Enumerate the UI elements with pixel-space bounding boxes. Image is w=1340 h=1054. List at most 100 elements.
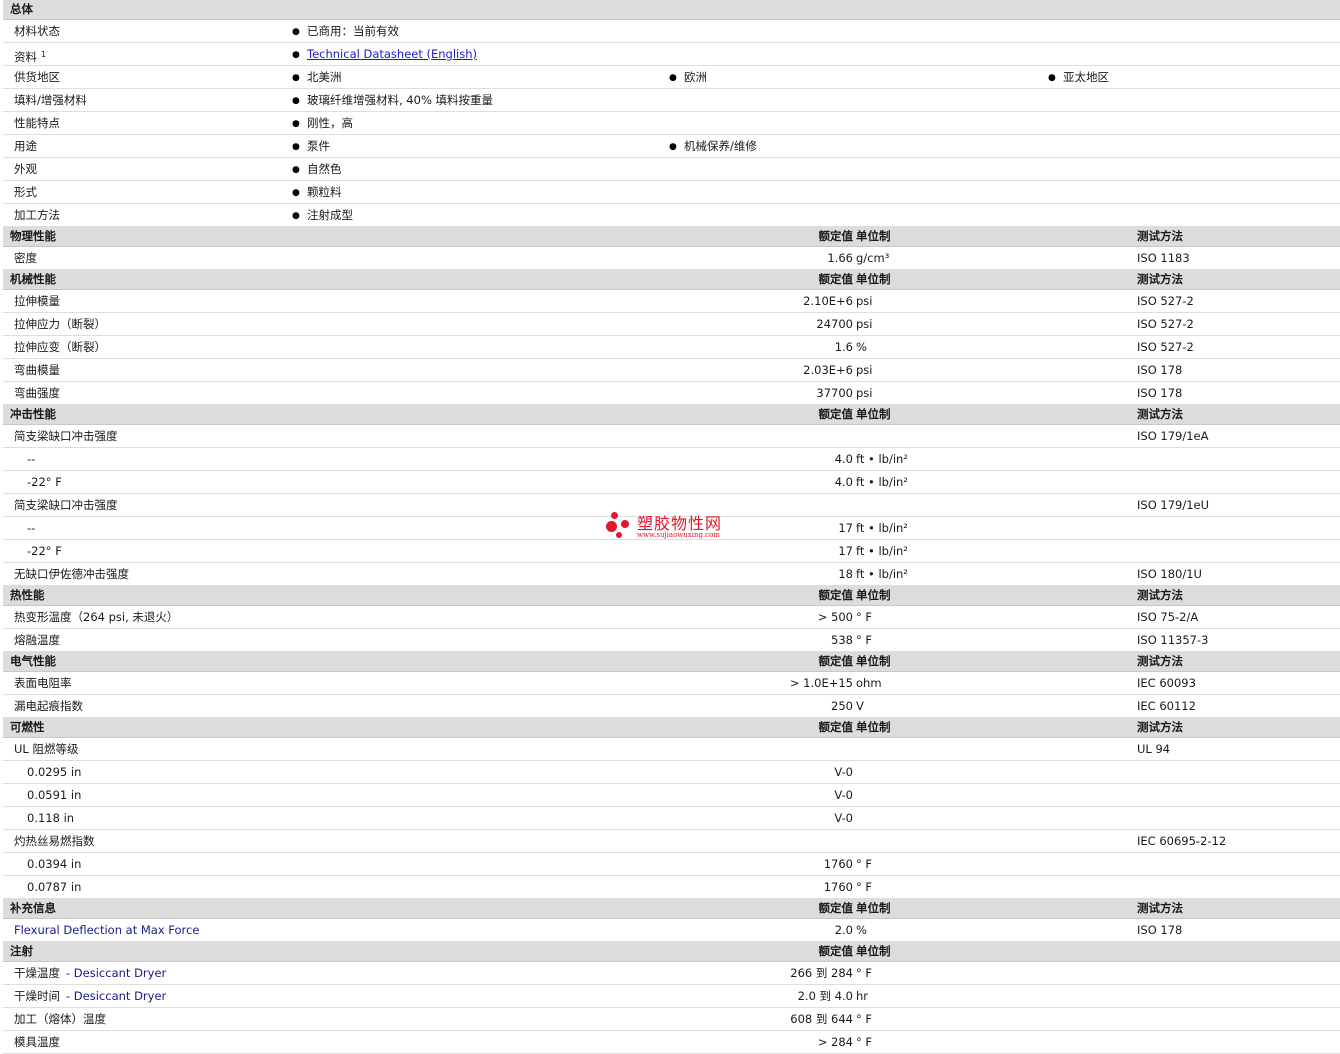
property-name: 无缺口伊佐德冲击强度	[14, 567, 129, 581]
property-name: 简支梁缺口冲击强度	[14, 498, 118, 512]
section-title: 热性能	[10, 588, 45, 602]
test-method: IEC 60093	[1137, 676, 1196, 690]
property-name: 表面电阻率	[14, 676, 72, 690]
col-header-value: 额定值	[818, 901, 854, 915]
section-title: 补充信息	[10, 901, 56, 915]
property-name: 拉伸应变（断裂）	[14, 340, 106, 354]
property-value: 17	[838, 521, 853, 535]
col-header-unit: 单位制	[856, 654, 891, 668]
general-row: 加工方法 注射成型	[3, 204, 1340, 227]
property-sub-label: -22° F	[27, 475, 62, 489]
property-unit: ft • lb/in²	[856, 567, 908, 581]
property-row: 弯曲模量 2.03E+6 psi ISO 178	[3, 359, 1340, 382]
property-sections: 物理性能 额定值 单位制 测试方法 密度 1.66 g/cm³ ISO 1183 机械性能 额定值…	[3, 227, 1340, 1054]
section-title: 注射	[10, 944, 33, 958]
property-unit: psi	[856, 386, 873, 400]
property-value: 1.66	[827, 251, 853, 265]
bullet-item: 颗粒料	[292, 186, 341, 201]
test-method: ISO 178	[1137, 923, 1183, 937]
property-value: 17	[838, 544, 853, 558]
test-method: ISO 527-2	[1137, 294, 1194, 308]
row-label: 材料状态	[14, 24, 60, 38]
property-sub-label: -22° F	[27, 544, 62, 558]
bullet-item: 机械保养/维修	[669, 140, 757, 155]
property-row: 0.0394 in 1760 ° F	[3, 853, 1340, 876]
property-value: 1.6	[834, 340, 853, 354]
bullet-item: 泵件	[292, 140, 330, 155]
property-value: 2.10E+6	[803, 294, 853, 308]
section-title: 机械性能	[10, 272, 56, 286]
property-unit: psi	[856, 294, 873, 308]
col-header-value: 额定值	[818, 588, 854, 602]
col-header-method: 测试方法	[1137, 272, 1183, 286]
property-value: V-0	[834, 811, 853, 825]
datasheet-link[interactable]: Technical Datasheet (English)	[292, 48, 477, 63]
bullet-item: 亚太地区	[1048, 71, 1109, 86]
row-label: 形式	[14, 185, 37, 199]
property-value: 37700	[816, 386, 853, 400]
section-title: 电气性能	[10, 654, 56, 668]
test-method: ISO 527-2	[1137, 340, 1194, 354]
row-label: 供货地区	[14, 70, 60, 84]
col-header-unit: 单位制	[856, 944, 891, 958]
test-method: ISO 11357-3	[1137, 633, 1209, 647]
property-row: 弯曲强度 37700 psi ISO 178	[3, 382, 1340, 405]
property-row: 0.118 in V-0	[3, 807, 1340, 830]
property-name: 简支梁缺口冲击强度	[14, 429, 118, 443]
test-method: ISO 1183	[1137, 251, 1190, 265]
property-unit: g/cm³	[856, 251, 890, 265]
col-header-method: 测试方法	[1137, 654, 1183, 668]
section-title: 可燃性	[10, 720, 45, 734]
property-row: 简支梁缺口冲击强度 ISO 179/1eA	[3, 425, 1340, 448]
property-unit: ohm	[856, 676, 882, 690]
property-unit: ° F	[856, 610, 873, 624]
bullet-item: 自然色	[292, 163, 341, 178]
property-value: 2.0 到 4.0	[797, 989, 853, 1003]
property-unit: ° F	[856, 1035, 873, 1049]
section-header-impact: 冲击性能 额定值 单位制 测试方法	[3, 405, 1340, 425]
col-header-method: 测试方法	[1137, 720, 1183, 734]
property-name: 模具温度	[14, 1035, 60, 1049]
property-value: > 284	[817, 1035, 853, 1049]
col-header-method: 测试方法	[1137, 407, 1183, 421]
test-method: ISO 178	[1137, 386, 1183, 400]
property-unit: ° F	[856, 857, 873, 871]
general-row: 材料状态 已商用：当前有效	[3, 20, 1340, 43]
property-row: 干燥时间 - Desiccant Dryer 2.0 到 4.0 hr	[3, 985, 1340, 1008]
property-unit: ft • lb/in²	[856, 544, 908, 558]
col-header-unit: 单位制	[856, 407, 891, 421]
general-row: 性能特点 刚性，高	[3, 112, 1340, 135]
general-row: 形式 颗粒料	[3, 181, 1340, 204]
row-label: 资料 1	[14, 50, 47, 64]
property-name: 漏电起痕指数	[14, 699, 83, 713]
property-unit: hr	[856, 989, 869, 1003]
section-title: 冲击性能	[10, 407, 56, 421]
property-sub-label: 0.0394 in	[27, 857, 82, 871]
property-unit: ° F	[856, 633, 873, 647]
row-label: 加工方法	[14, 208, 60, 222]
row-label: 用途	[14, 139, 37, 153]
property-name: 热变形温度（264 psi, 未退火）	[14, 610, 179, 624]
property-name: 拉伸应力（断裂）	[14, 317, 106, 331]
test-method: IEC 60112	[1137, 699, 1196, 713]
property-sub-label: 0.0591 in	[27, 788, 82, 802]
property-row: 0.0787 in 1760 ° F	[3, 876, 1340, 899]
property-unit: %	[856, 923, 867, 937]
property-row: UL 阻燃等级 UL 94	[3, 738, 1340, 761]
property-value: 2.03E+6	[803, 363, 853, 377]
row-label: 性能特点	[14, 116, 60, 130]
property-unit: ° F	[856, 1012, 873, 1026]
property-name: 干燥温度 - Desiccant Dryer	[14, 966, 167, 980]
general-row: 供货地区 北美洲 欧洲 亚太地区	[3, 66, 1340, 89]
section-header-flammability: 可燃性 额定值 单位制 测试方法	[3, 718, 1340, 738]
property-value: V-0	[834, 765, 853, 779]
test-method: ISO 179/1eU	[1137, 498, 1210, 512]
footnote-marker: 1	[41, 50, 47, 59]
col-header-unit: 单位制	[856, 901, 891, 915]
section-header-injection: 注射 额定值 单位制	[3, 942, 1340, 962]
watermark-logo: 塑胶物性网 www.sujiaowuxing.com	[605, 510, 740, 544]
property-row: 灼热丝易燃指数 IEC 60695-2-12	[3, 830, 1340, 853]
test-method: ISO 527-2	[1137, 317, 1194, 331]
property-sub-label: --	[27, 521, 36, 535]
property-value: 1760	[823, 880, 853, 894]
